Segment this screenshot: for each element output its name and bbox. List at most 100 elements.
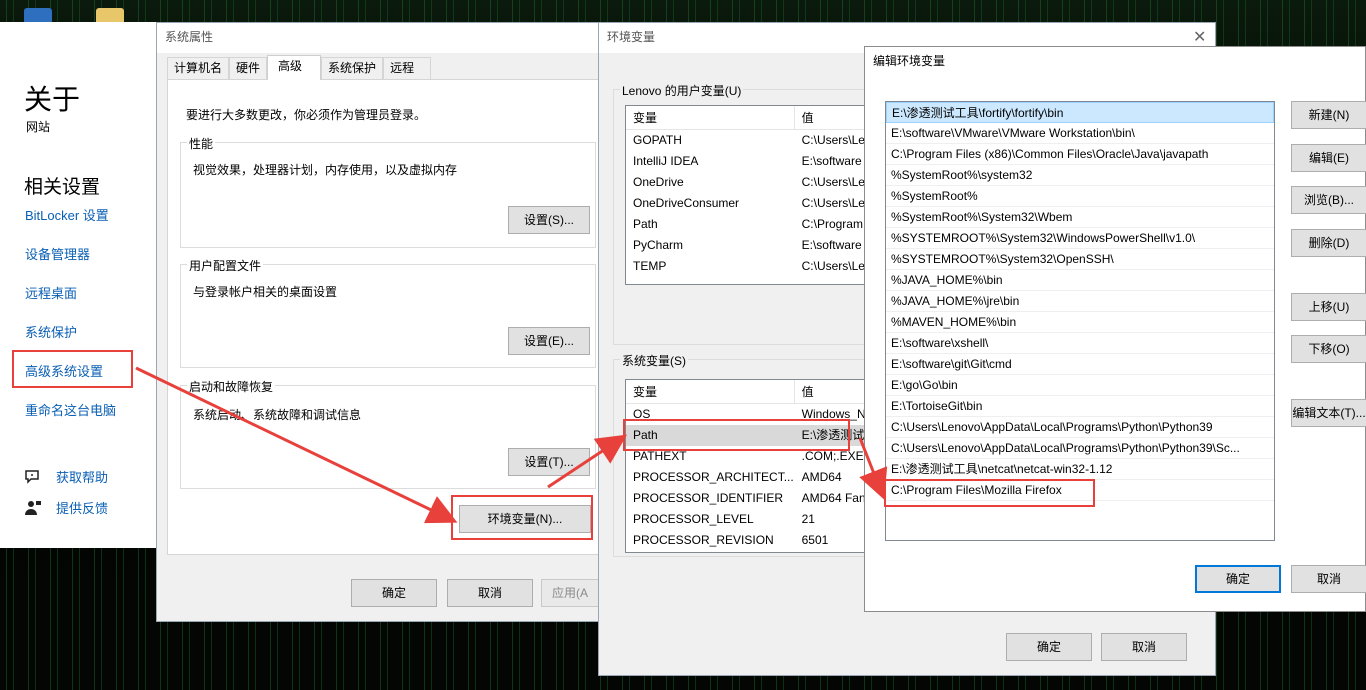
variable-value-cell: E:\software	[801, 238, 862, 252]
table-row[interactable]: PyCharm E:\software	[626, 235, 874, 256]
feedback-link[interactable]: 提供反馈	[24, 498, 108, 517]
tab-advanced[interactable]: 高级	[267, 55, 322, 80]
table-row[interactable]: GOPATH C:\Users\Le	[626, 130, 874, 151]
variable-name-cell: PROCESSOR_REVISION	[633, 533, 774, 547]
path-list-item[interactable]: E:\software\xshell\	[886, 333, 1274, 354]
related-settings-heading: 相关设置	[24, 176, 101, 198]
edit-button[interactable]: 编辑(E)	[1291, 144, 1366, 172]
variable-value-cell: C:\Users\Le	[801, 133, 865, 147]
link-bitlocker[interactable]: BitLocker 设置	[25, 205, 109, 224]
path-list-item[interactable]: %SystemRoot%\System32\Wbem	[886, 207, 1274, 228]
link-system-protection[interactable]: 系统保护	[25, 322, 77, 341]
feedback-person-icon	[24, 500, 42, 516]
variable-name-cell: IntelliJ IDEA	[633, 154, 699, 168]
path-list-item[interactable]: C:\Program Files (x86)\Common Files\Orac…	[886, 144, 1274, 165]
table-row[interactable]: Path C:\Program	[626, 214, 874, 235]
link-remote-desktop[interactable]: 远程桌面	[25, 283, 77, 302]
move-up-button[interactable]: 上移(U)	[1291, 293, 1366, 321]
advanced-tab-pane: 要进行大多数更改，你必须作为管理员登录。 性能 视觉效果，处理器计划，内存使用，…	[167, 79, 599, 555]
move-down-button[interactable]: 下移(O)	[1291, 335, 1366, 363]
delete-button[interactable]: 删除(D)	[1291, 229, 1366, 257]
new-button[interactable]: 新建(N)	[1291, 101, 1366, 129]
browse-button[interactable]: 浏览(B)...	[1291, 186, 1366, 214]
variable-name-cell: PyCharm	[633, 238, 684, 252]
table-row[interactable]: OneDrive C:\Users\Le	[626, 172, 874, 193]
table-row[interactable]: PROCESSOR_ARCHITECT... AMD64	[626, 467, 874, 488]
cancel-button[interactable]: 取消	[1291, 565, 1366, 593]
path-list-item[interactable]: E:\software\git\Git\cmd	[886, 354, 1274, 375]
user-variables-list[interactable]: 变量 值 GOPATH C:\Users\Le IntelliJ IDEA E:\so…	[625, 105, 875, 285]
table-row[interactable]: PROCESSOR_LEVEL 21	[626, 509, 874, 530]
variable-value-cell: AMD64	[801, 470, 842, 484]
system-variables-list[interactable]: 变量 值 OS Windows_N Path E:\渗透测试 PATHEXT .COM;.…	[625, 379, 875, 553]
tab-strip: 计算机名 硬件 高级 系统保护 远程	[167, 55, 432, 80]
path-list-item[interactable]: E:\software\VMware\VMware Workstation\bi…	[886, 123, 1274, 144]
get-help-label: 获取帮助	[56, 470, 109, 485]
variable-name-cell: TEMP	[633, 259, 667, 273]
path-list-item[interactable]: %JAVA_HOME%\jre\bin	[886, 291, 1274, 312]
edit-text-button[interactable]: 编辑文本(T)...	[1291, 399, 1366, 427]
ok-button[interactable]: 确定	[1195, 565, 1281, 593]
help-chat-icon	[24, 469, 42, 485]
path-list-item[interactable]: %SYSTEMROOT%\System32\WindowsPowerShell\…	[886, 228, 1274, 249]
startup-settings-button[interactable]: 设置(T)...	[508, 448, 590, 476]
performance-desc: 视觉效果，处理器计划，内存使用，以及虚拟内存	[193, 163, 458, 177]
annotation-box-firefox-path	[884, 479, 1095, 507]
cancel-button[interactable]: 取消	[447, 579, 533, 607]
path-list[interactable]: E:\渗透测试工具\fortify\fortify\bin E:\software…	[885, 101, 1275, 541]
table-row[interactable]: TEMP C:\Users\Le	[626, 256, 874, 277]
path-list-item[interactable]: %SystemRoot%	[886, 186, 1274, 207]
path-list-item[interactable]: E:\渗透测试工具\netcat\netcat-win32-1.12	[886, 459, 1274, 480]
variable-name-cell: PROCESSOR_IDENTIFIER	[633, 491, 784, 505]
column-header-variable[interactable]: 变量	[626, 106, 795, 129]
tab-computer-name[interactable]: 计算机名	[167, 57, 230, 79]
path-list-item[interactable]: %SYSTEMROOT%\System32\OpenSSH\	[886, 249, 1274, 270]
user-profiles-label: 用户配置文件	[187, 257, 264, 274]
link-device-manager[interactable]: 设备管理器	[25, 244, 90, 263]
cancel-button[interactable]: 取消	[1101, 633, 1187, 661]
column-header-value[interactable]: 值	[795, 106, 874, 129]
path-list-item[interactable]: C:\Users\Lenovo\AppData\Local\Programs\P…	[886, 438, 1274, 459]
dialog-title: 编辑环境变量	[865, 47, 1365, 77]
column-header-variable[interactable]: 变量	[626, 380, 795, 403]
column-header-value[interactable]: 值	[795, 380, 874, 403]
ok-button[interactable]: 确定	[1006, 633, 1092, 661]
path-list-item[interactable]: C:\Users\Lenovo\AppData\Local\Programs\P…	[886, 417, 1274, 438]
tab-hardware[interactable]: 硬件	[229, 57, 268, 79]
variable-value-cell: E:\software	[801, 154, 862, 168]
ok-button[interactable]: 确定	[351, 579, 437, 607]
tab-remote[interactable]: 远程	[383, 57, 432, 79]
path-list-item[interactable]: E:\go\Go\bin	[886, 375, 1274, 396]
performance-settings-button[interactable]: 设置(S)...	[508, 206, 590, 234]
variable-value-cell: 6501	[801, 533, 829, 547]
annotation-box-env-button	[451, 495, 593, 540]
apply-button[interactable]: 应用(A	[541, 579, 599, 607]
table-row[interactable]: IntelliJ IDEA E:\software	[626, 151, 874, 172]
tab-system-protection[interactable]: 系统保护	[321, 57, 384, 79]
path-list-item[interactable]: E:\TortoiseGit\bin	[886, 396, 1274, 417]
table-row[interactable]: PROCESSOR_REVISION 6501	[626, 530, 874, 551]
list-header: 变量 值	[626, 106, 874, 130]
list-header: 变量 值	[626, 380, 874, 404]
table-row[interactable]: PROCESSOR_IDENTIFIER AMD64 Fan	[626, 488, 874, 509]
annotation-box-path-var	[623, 419, 850, 451]
variable-value-cell: C:\Users\Le	[801, 196, 865, 210]
variable-value-cell: C:\Users\Le	[801, 259, 865, 273]
feedback-label: 提供反馈	[56, 501, 109, 516]
variable-name-cell: OneDrive	[633, 175, 684, 189]
variable-name-cell: OneDriveConsumer	[633, 196, 740, 210]
user-profiles-desc: 与登录帐户相关的桌面设置	[193, 285, 338, 299]
table-row[interactable]: OneDriveConsumer C:\Users\Le	[626, 193, 874, 214]
path-list-item[interactable]: %SystemRoot%\system32	[886, 165, 1274, 186]
get-help-link[interactable]: 获取帮助	[24, 467, 108, 486]
path-list-item[interactable]: E:\渗透测试工具\fortify\fortify\bin	[886, 102, 1274, 123]
variable-name-cell: PROCESSOR_ARCHITECT...	[633, 470, 794, 484]
link-rename-pc[interactable]: 重命名这台电脑	[25, 400, 116, 419]
admin-notice: 要进行大多数更改，你必须作为管理员登录。	[186, 108, 427, 122]
path-list-item[interactable]: %MAVEN_HOME%\bin	[886, 312, 1274, 333]
path-list-item[interactable]: %JAVA_HOME%\bin	[886, 270, 1274, 291]
user-profiles-settings-button[interactable]: 设置(E)...	[508, 327, 590, 355]
user-variables-label: Lenovo 的用户变量(U)	[620, 82, 744, 99]
variable-value-cell: 21	[801, 512, 815, 526]
close-icon[interactable]: ✕	[1193, 27, 1206, 47]
